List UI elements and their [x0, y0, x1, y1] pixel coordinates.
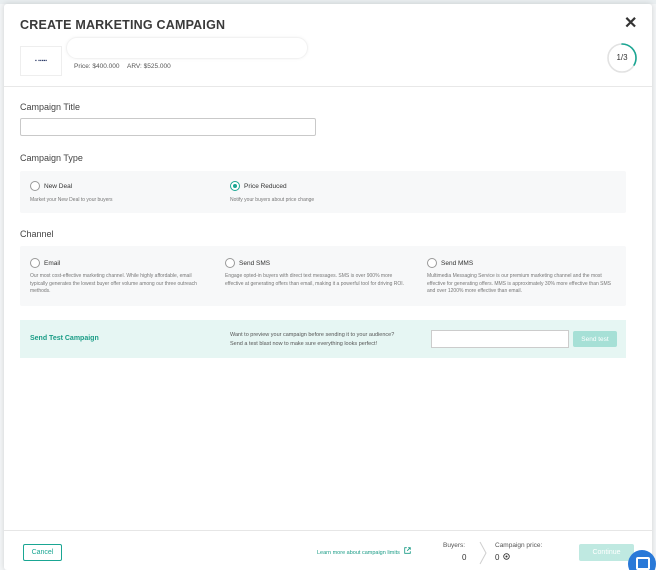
radio-email[interactable]: [30, 258, 40, 268]
create-campaign-modal: CREATE MARKETING CAMPAIGN ✕ ▪ ▪▪▪▪▪ Pric…: [4, 4, 652, 570]
coin-icon: [502, 553, 510, 560]
send-test-description-line2: Send a test blast now to make sure every…: [230, 340, 378, 347]
radio-price-reduced[interactable]: [230, 181, 240, 191]
send-test-description-line1: Want to preview your campaign before sen…: [230, 332, 395, 338]
channel-label: Channel: [20, 229, 54, 239]
chevron-right-icon: [479, 541, 487, 565]
header-divider: [4, 86, 652, 87]
buyers-label: Buyers:: [443, 542, 466, 549]
campaign-price-value: 0: [495, 553, 500, 562]
campaign-title-input[interactable]: [20, 118, 316, 136]
logo-mark: ▪ ▪▪▪▪▪: [34, 58, 48, 64]
radio-new-deal[interactable]: [30, 181, 40, 191]
property-price-line: Price: $400.000 ARV: $525.000: [74, 63, 177, 70]
send-test-input[interactable]: [431, 330, 569, 348]
channel-option-mms[interactable]: Send MMS Multimedia Messaging Service is…: [417, 246, 623, 306]
option-label: Email: [44, 260, 61, 267]
buyers-value: 0: [462, 553, 467, 562]
footer-divider: [4, 530, 652, 531]
property-price: Price: $400.000: [74, 63, 120, 70]
option-label: Send SMS: [239, 260, 271, 267]
campaign-price-label: Campaign price:: [495, 542, 543, 549]
option-description: Engage opted-in buyers with direct text …: [225, 273, 405, 287]
step-indicator: 1/3: [616, 53, 628, 62]
channel-panel: Email Our most cost-effective marketing …: [20, 246, 626, 306]
send-test-description: Want to preview your campaign before sen…: [230, 331, 394, 348]
option-description: Market your New Deal to your buyers: [30, 197, 113, 203]
option-label: New Deal: [44, 183, 73, 190]
option-label: Send MMS: [441, 260, 474, 267]
option-label: Price Reduced: [244, 183, 287, 190]
property-arv: ARV: $525.000: [127, 63, 171, 70]
continue-button[interactable]: Continue: [579, 544, 634, 561]
cancel-button[interactable]: Cancel: [23, 544, 62, 561]
property-logo: ▪ ▪▪▪▪▪: [20, 46, 62, 76]
send-test-button[interactable]: Send test: [573, 331, 617, 347]
campaign-type-option-new-deal[interactable]: New Deal Market your New Deal to your bu…: [20, 171, 220, 213]
channel-option-sms[interactable]: Send SMS Engage opted-in buyers with dir…: [215, 246, 415, 306]
campaign-type-panel: New Deal Market your New Deal to your bu…: [20, 171, 626, 213]
chat-icon[interactable]: [628, 550, 656, 570]
modal-title: CREATE MARKETING CAMPAIGN: [20, 18, 226, 32]
learn-more-label: Learn more about campaign limits: [317, 550, 400, 556]
channel-option-email[interactable]: Email Our most cost-effective marketing …: [20, 246, 220, 306]
close-icon[interactable]: ✕: [624, 16, 637, 32]
radio-sms[interactable]: [225, 258, 235, 268]
radio-mms[interactable]: [427, 258, 437, 268]
property-address-bar: [66, 37, 308, 59]
option-description: Notify your buyers about price change: [230, 197, 315, 203]
campaign-type-option-price-reduced[interactable]: Price Reduced Notify your buyers about p…: [220, 171, 420, 213]
option-description: Our most cost-effective marketing channe…: [30, 273, 197, 294]
learn-more-link[interactable]: Learn more about campaign limits: [317, 547, 412, 556]
external-link-icon: [404, 547, 412, 554]
campaign-price: 0: [495, 553, 510, 562]
campaign-title-label: Campaign Title: [20, 102, 81, 112]
campaign-type-label: Campaign Type: [20, 153, 83, 163]
send-test-title: Send Test Campaign: [30, 335, 99, 342]
option-description: Multimedia Messaging Service is our prem…: [427, 273, 611, 294]
